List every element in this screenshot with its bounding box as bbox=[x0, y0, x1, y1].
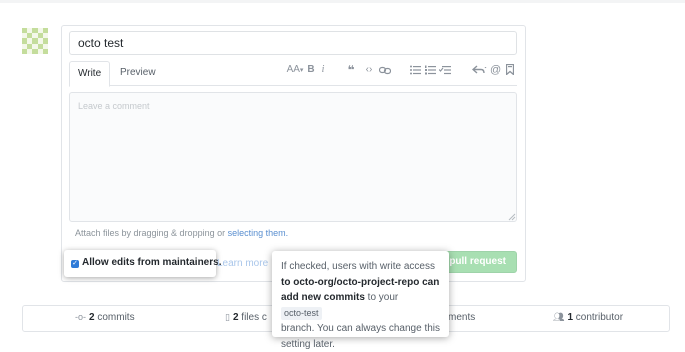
select-files-link[interactable]: selecting them. bbox=[228, 228, 289, 238]
tab-write[interactable]: Write bbox=[69, 61, 110, 87]
mention-icon[interactable]: @ bbox=[490, 63, 501, 77]
files-changed-stat[interactable]: ▯2 files c bbox=[225, 312, 267, 323]
comment-body-textarea[interactable]: Leave a comment bbox=[69, 92, 517, 222]
files-count: 2 bbox=[233, 312, 239, 323]
bold-icon[interactable]: B bbox=[306, 63, 316, 77]
allow-edits-checkbox[interactable]: ✓ bbox=[71, 260, 79, 268]
tooltip-add-commits: add new commits bbox=[281, 292, 365, 303]
tooltip-repo-text: to octo-org/octo-project-repo can bbox=[281, 277, 439, 288]
attach-text: Attach files by dragging & dropping or bbox=[75, 228, 228, 238]
attach-files-hint: Attach files by dragging & dropping or s… bbox=[75, 228, 288, 238]
commits-count: 2 bbox=[89, 312, 95, 323]
resize-grip-icon[interactable] bbox=[508, 213, 516, 221]
contributors-label: contributor bbox=[576, 312, 623, 323]
commits-stat[interactable]: -o-2 commits bbox=[75, 312, 135, 323]
user-avatar bbox=[22, 28, 48, 54]
tooltip-line-1: If checked, users with write access bbox=[281, 259, 440, 275]
quote-icon[interactable]: ❝ bbox=[345, 63, 357, 77]
commits-label: commits bbox=[97, 312, 134, 323]
italic-icon[interactable]: i bbox=[318, 63, 328, 77]
code-icon[interactable]: ‹› bbox=[362, 63, 376, 77]
tooltip-to-your: to your bbox=[365, 292, 398, 303]
allow-edits-tooltip: If checked, users with write access to o… bbox=[272, 251, 449, 337]
task-list-icon[interactable] bbox=[439, 65, 451, 75]
ordered-list-icon[interactable] bbox=[425, 65, 436, 75]
branch-name-badge: octo-test bbox=[281, 307, 322, 320]
text-size-icon[interactable]: AA▾ bbox=[285, 63, 305, 77]
people-icon: 👥︎ bbox=[553, 312, 564, 322]
contributors-stat[interactable]: 👥︎1 contributor bbox=[553, 312, 623, 323]
files-label: files c bbox=[241, 312, 267, 323]
tooltip-line-4: branch. You can always change this bbox=[281, 321, 440, 337]
top-divider bbox=[0, 0, 685, 3]
reply-icon[interactable] bbox=[472, 65, 487, 75]
heading-glyph: AA bbox=[287, 64, 300, 75]
comment-placeholder: Leave a comment bbox=[78, 101, 150, 111]
tooltip-line-5: setting later. bbox=[281, 337, 440, 352]
learn-more-link[interactable]: Learn more bbox=[217, 258, 268, 269]
contributors-count: 1 bbox=[567, 312, 573, 323]
tab-preview[interactable]: Preview bbox=[112, 61, 164, 87]
comments-label: ments bbox=[448, 312, 475, 323]
comments-stat[interactable]: ments bbox=[448, 312, 475, 323]
commit-icon: -o- bbox=[75, 312, 86, 322]
bookmark-icon[interactable] bbox=[506, 64, 514, 75]
link-icon[interactable] bbox=[379, 66, 391, 75]
file-diff-icon: ▯ bbox=[225, 312, 230, 322]
allow-edits-label[interactable]: Allow edits from maintainers. bbox=[82, 257, 221, 268]
unordered-list-icon[interactable] bbox=[410, 65, 421, 75]
title-input[interactable]: octo test bbox=[69, 31, 517, 55]
